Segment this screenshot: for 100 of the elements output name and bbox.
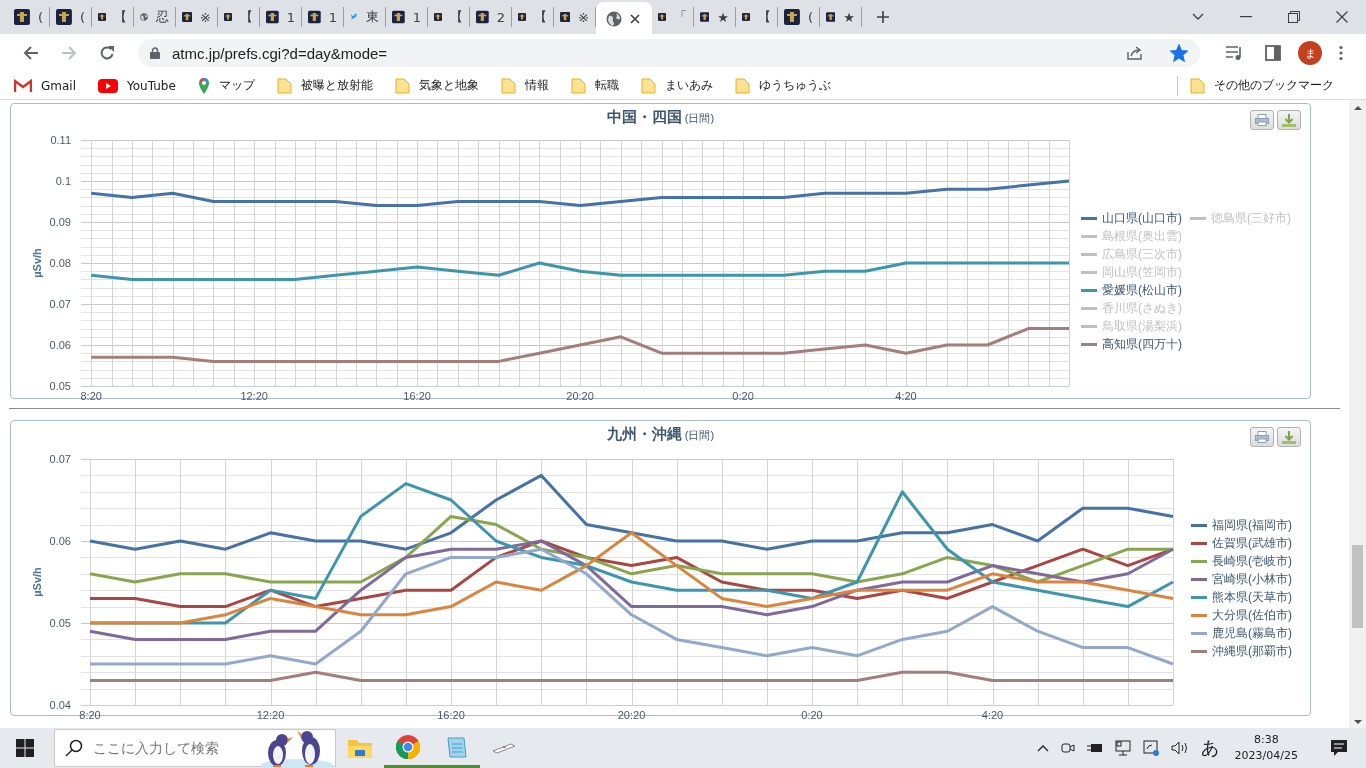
search-icon [65, 739, 83, 757]
reload-icon[interactable] [99, 45, 115, 61]
browser-tab[interactable]: 1 [260, 7, 302, 27]
scrollbar-track[interactable] [1349, 100, 1366, 728]
browser-tab[interactable]: 「 [652, 7, 694, 27]
screen-share-icon[interactable] [1142, 740, 1159, 756]
period-label: (日間) [684, 427, 715, 443]
network-icon[interactable] [1114, 740, 1131, 756]
axis-title: µSv/h [31, 248, 43, 278]
browser-tab[interactable]: ★ [820, 7, 862, 27]
bookmark-item[interactable]: ゆうちゅうぶ [734, 77, 831, 94]
windows-icon[interactable] [16, 739, 34, 757]
scroll-up-icon[interactable] [1353, 106, 1362, 110]
bookmark-item[interactable]: 転職 [570, 77, 619, 94]
restore-icon[interactable] [1288, 11, 1300, 23]
search-box[interactable]: ここに入力して検索 [54, 729, 336, 767]
browser-tab[interactable]: 1 [302, 7, 344, 27]
notification-icon[interactable] [1330, 739, 1348, 757]
browser-tab[interactable]: ( [8, 7, 50, 27]
browser-tab[interactable]: 【 [512, 7, 554, 27]
logo-icon [784, 9, 800, 25]
close-icon[interactable] [1336, 11, 1348, 23]
browser-tab[interactable]: 東 [344, 7, 386, 27]
bookmark-item[interactable]: その他のブックマーク [1190, 77, 1334, 94]
legend-item[interactable]: 高知県(四万十) [1081, 336, 1182, 352]
logo-icon [560, 9, 571, 25]
reading-list-icon[interactable] [1225, 45, 1243, 61]
profile-button[interactable]: ま [1298, 41, 1322, 65]
globe-icon [606, 11, 622, 27]
legend-item[interactable]: 山口県(山口市) [1081, 210, 1182, 226]
caret-down-icon[interactable] [1192, 13, 1204, 21]
caret-up-icon[interactable] [1036, 744, 1049, 752]
lock-icon [150, 47, 160, 59]
browser-tab[interactable]: 【 [736, 7, 778, 27]
download-button[interactable] [1277, 110, 1301, 130]
url-field[interactable]: atmc.jp/prefs.cgi?d=day&mode= [170, 43, 1100, 63]
search-input[interactable]: ここに入力して検索 [91, 739, 235, 757]
ime-indicator[interactable]: あ [1200, 736, 1219, 760]
print-button[interactable] [1250, 427, 1274, 447]
folder-icon [640, 77, 656, 94]
back-icon[interactable] [23, 45, 39, 61]
legend-item[interactable]: 大分県(佐伯市) [1191, 607, 1292, 623]
browser-tab[interactable]: ( [50, 7, 92, 27]
legend-item[interactable]: 長崎県(壱岐市) [1191, 553, 1292, 569]
star-icon[interactable] [1170, 44, 1188, 62]
browser-tab[interactable]: ( [778, 7, 820, 27]
print-button[interactable] [1250, 110, 1274, 130]
usb-drive-icon [491, 742, 517, 754]
bookmark-item[interactable]: 情報 [500, 77, 549, 94]
browser-tab[interactable]: 忍 [134, 7, 176, 27]
browser-tab[interactable]: ★ [694, 7, 736, 27]
map-pin-icon [197, 76, 210, 95]
browser-tab[interactable]: 【 [218, 7, 260, 27]
browser-tab[interactable]: ※ [176, 7, 218, 27]
logo-icon [182, 9, 193, 25]
axis-label: 0.05 [49, 617, 71, 629]
play-icon [98, 78, 118, 93]
clock-time[interactable]: 8:38 [1253, 732, 1279, 748]
axis-label: 8:20 [79, 709, 101, 719]
legend-item[interactable]: 鹿児島(霧島市) [1191, 625, 1292, 641]
folder-icon [348, 738, 372, 758]
bookmark-item[interactable]: Gmail [14, 78, 76, 93]
legend-swatch [1081, 234, 1097, 238]
bookmark-item[interactable]: YouTube [98, 78, 176, 93]
plus-icon[interactable] [876, 10, 890, 24]
speaker-icon[interactable] [1170, 741, 1189, 755]
bookmark-item[interactable]: マップ [197, 76, 255, 95]
legend-item[interactable]: 沖縄県(那覇市) [1191, 643, 1292, 659]
legend-item[interactable]: 佐賀県(武雄市) [1191, 535, 1292, 551]
browser-tab[interactable]: 【 [428, 7, 470, 27]
camera-icon[interactable] [1060, 740, 1075, 756]
bookmark-item[interactable]: 被曝と放射能 [276, 77, 373, 94]
browser-tab[interactable]: 2 [470, 7, 512, 27]
logo-icon [826, 9, 836, 25]
folder-icon [570, 77, 586, 94]
legend-item[interactable]: 熊本県(天草市) [1191, 589, 1292, 605]
share-icon[interactable] [1126, 45, 1144, 61]
close-icon[interactable] [630, 14, 640, 24]
legend-item[interactable]: 宮崎県(小林市) [1191, 571, 1292, 587]
battery-icon[interactable] [1086, 742, 1103, 754]
legend-item[interactable]: 愛媛県(松山市) [1081, 282, 1182, 298]
scrollbar-thumb[interactable] [1352, 545, 1363, 628]
download-button[interactable] [1277, 427, 1301, 447]
side-panel-icon[interactable] [1265, 45, 1281, 61]
clock-date[interactable]: 2023/04/25 [1234, 748, 1298, 764]
minimize-icon[interactable] [1240, 16, 1252, 18]
axis-label: 0:20 [801, 709, 823, 719]
axis-label: 0.11 [50, 134, 71, 146]
menu-icon[interactable] [1339, 45, 1343, 61]
browser-tab[interactable] [596, 2, 652, 36]
legend-item[interactable]: 福岡県(福岡市) [1191, 517, 1292, 533]
scroll-down-icon[interactable] [1353, 720, 1362, 724]
logo-icon [476, 9, 489, 25]
bookmark-item[interactable]: まいあみ [640, 77, 713, 94]
bookmark-item[interactable]: 気象と地象 [394, 77, 479, 94]
browser-tab[interactable]: 1 [386, 7, 428, 27]
address-bar[interactable]: atmc.jp/prefs.cgi?d=day&mode= [138, 39, 1200, 67]
legend-swatch [1190, 216, 1206, 220]
axis-label: 0.07 [49, 298, 71, 310]
browser-tab[interactable]: 【 [92, 7, 134, 27]
